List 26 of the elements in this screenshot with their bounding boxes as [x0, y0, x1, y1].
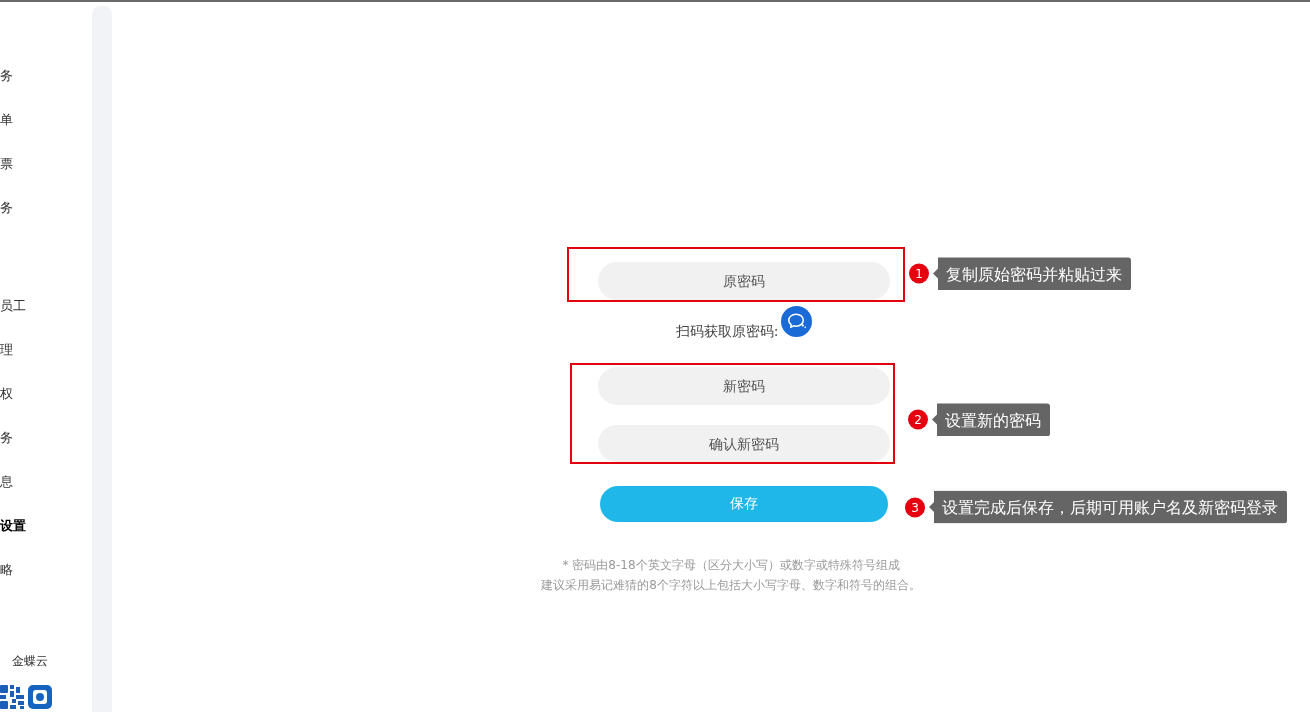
step-number-marker: 1 [909, 263, 929, 284]
sidebar-item[interactable]: 务 [0, 186, 92, 230]
callout-tooltip: 设置新的密码 [932, 403, 1050, 436]
sidebar-item[interactable]: 设置 [0, 504, 92, 548]
sidebar-item[interactable]: 单 [0, 98, 92, 142]
sidebar-item[interactable]: 务 [0, 416, 92, 460]
sidebar-item[interactable]: 息 [0, 460, 92, 504]
sidebar-item[interactable]: 务 [0, 54, 92, 98]
password-field[interactable]: 新密码 [598, 367, 890, 405]
sidebar-item[interactable]: 略 [0, 548, 92, 592]
password-hint: 建议采用易记难猜的8个字符以上包括大小写字母、数字和符号的组合。 [541, 577, 921, 594]
step-number-marker: 2 [908, 409, 928, 430]
password-field[interactable]: 原密码 [598, 262, 890, 300]
sidebar-item[interactable]: 理 [0, 328, 92, 372]
qr-code-icon[interactable] [0, 685, 24, 709]
sidebar-item[interactable]: 权 [0, 372, 92, 416]
step-number-marker: 3 [905, 497, 925, 517]
brand-label: 金蝶云 [12, 653, 48, 670]
password-hint: * 密码由8-18个英文字母（区分大小写）或数字或特殊符号组成 [562, 557, 900, 574]
sidebar-item[interactable]: 员工 [0, 284, 92, 328]
chat-bubble-icon[interactable] [781, 306, 813, 337]
sidebar-item[interactable]: 票 [0, 142, 92, 186]
callout-tooltip: 复制原始密码并粘贴过来 [933, 257, 1131, 290]
scan-label: 扫码获取原密码: [675, 322, 779, 340]
password-field[interactable]: 确认新密码 [598, 425, 890, 462]
callout-tooltip: 设置完成后保存，后期可用账户名及新密码登录 [929, 490, 1287, 524]
